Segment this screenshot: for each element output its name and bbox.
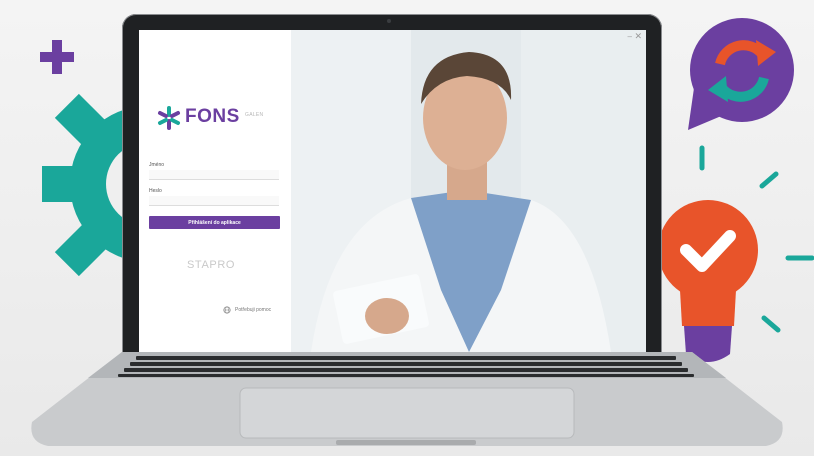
- laptop-base: [31, 352, 783, 446]
- login-button[interactable]: Přihlášení do aplikace: [149, 216, 280, 229]
- brand-title: FONS: [185, 106, 240, 127]
- help-label: Potřebuji pomoc: [235, 307, 272, 313]
- brand-suffix: GALEN: [245, 112, 264, 118]
- refresh-bubble-icon: [688, 18, 794, 130]
- password-label: Heslo: [149, 188, 162, 194]
- password-field[interactable]: [149, 196, 279, 206]
- help-link[interactable]: Potřebuji pomoc: [223, 306, 271, 314]
- username-label: Jméno: [149, 162, 165, 168]
- minimize-button[interactable]: –: [628, 32, 632, 41]
- stapro-logo: STAPRO: [187, 259, 236, 271]
- fons-logo-mark: [158, 106, 180, 130]
- username-field[interactable]: [149, 170, 279, 180]
- app-screen: FONS GALEN Jméno Heslo Přihlášení do apl…: [139, 30, 646, 352]
- doctor-photo: [291, 30, 646, 352]
- camera-dot: [387, 19, 391, 23]
- close-button[interactable]: ✕: [634, 31, 642, 42]
- lightbulb-check-icon: [658, 145, 814, 362]
- globe-icon: [223, 306, 231, 314]
- hero-photo: [291, 30, 646, 352]
- login-panel: FONS GALEN Jméno Heslo Přihlášení do apl…: [139, 30, 291, 352]
- plus-icon: [40, 40, 74, 74]
